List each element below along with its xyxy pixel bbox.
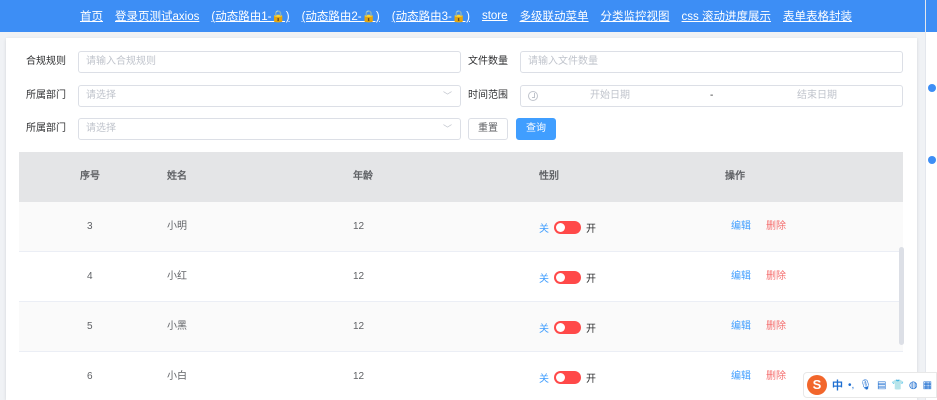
- ime-toolbar: S 中 •, 🎙 ▤ 👕 ◍ ▦: [803, 372, 937, 398]
- microphone-icon[interactable]: 🎙: [859, 380, 872, 391]
- punctuation-icon[interactable]: •,: [848, 380, 854, 391]
- dept2-placeholder: 请选择: [86, 123, 116, 134]
- rule-input[interactable]: 请输入合规规则: [78, 51, 461, 73]
- ime-language-toggle[interactable]: 中: [832, 377, 843, 393]
- clock-icon: [528, 91, 538, 101]
- nav-category-monitor[interactable]: 分类监控视图: [601, 8, 670, 24]
- dept-select[interactable]: 请选择 ﹀: [78, 85, 461, 107]
- start-date-placeholder: 开始日期: [590, 90, 630, 101]
- game-icon[interactable]: ◍: [909, 380, 918, 391]
- nav-login-axios[interactable]: 登录页测试axios: [115, 8, 199, 24]
- dept-placeholder: 请选择: [86, 90, 116, 101]
- query-button[interactable]: 查询: [516, 118, 556, 140]
- switch-off-label: 关: [539, 323, 549, 335]
- cell-age: 12: [353, 221, 365, 232]
- switch-on-label: 开: [586, 323, 596, 335]
- table-scrollbar[interactable]: [899, 247, 904, 345]
- cell-name: 小白: [167, 371, 187, 382]
- sogou-logo-icon[interactable]: S: [807, 375, 827, 395]
- count-label: 文件数量: [468, 56, 508, 67]
- gender-switch: 关 开: [539, 302, 596, 352]
- cell-index: 3: [87, 221, 93, 232]
- nav-home[interactable]: 首页: [80, 8, 103, 24]
- table-row: 5 小黑 12 关 开 编辑 删除: [19, 302, 903, 352]
- switch-on-label: 开: [586, 373, 596, 385]
- nav-dynamic-route-2[interactable]: (动态路由2-🔒): [302, 8, 380, 24]
- header-name: 姓名: [167, 171, 187, 182]
- switch-toggle[interactable]: [554, 320, 581, 334]
- edit-button[interactable]: 编辑: [731, 302, 751, 352]
- delete-button[interactable]: 删除: [766, 202, 786, 252]
- cell-age: 12: [353, 371, 365, 382]
- header-age: 年龄: [353, 171, 373, 182]
- cell-name: 小黑: [167, 321, 187, 332]
- delete-button[interactable]: 删除: [766, 352, 786, 400]
- gender-switch: 关 开: [539, 252, 596, 302]
- table-row: 6 小白 12 关 开 编辑 删除: [19, 352, 903, 400]
- dept2-label: 所属部门: [26, 123, 66, 134]
- delete-button[interactable]: 删除: [766, 252, 786, 302]
- side-dot-icon[interactable]: [928, 84, 936, 92]
- rule-placeholder: 请输入合规规则: [86, 56, 156, 67]
- side-panel-header: [926, 0, 937, 32]
- reset-button[interactable]: 重置: [468, 118, 508, 140]
- switch-off-label: 关: [539, 373, 549, 385]
- search-card: 合规规则 请输入合规规则 文件数量 请输入文件数量 所属部门 请选择 ﹀ 时间范…: [6, 38, 917, 400]
- switch-toggle[interactable]: [554, 220, 581, 234]
- edit-button[interactable]: 编辑: [731, 252, 751, 302]
- chevron-down-icon: ﹀: [442, 91, 452, 101]
- switch-toggle[interactable]: [554, 370, 581, 384]
- gender-switch: 关 开: [539, 352, 596, 400]
- header-gender: 性别: [539, 171, 559, 182]
- chevron-down-icon: ﹀: [442, 124, 452, 134]
- end-date-placeholder: 结束日期: [797, 90, 837, 101]
- cell-age: 12: [353, 271, 365, 282]
- time-label: 时间范围: [468, 90, 508, 101]
- date-range-picker[interactable]: 开始日期 - 结束日期: [520, 85, 903, 107]
- cell-name: 小明: [167, 221, 187, 232]
- delete-button[interactable]: 删除: [766, 302, 786, 352]
- gender-switch: 关 开: [539, 202, 596, 252]
- switch-toggle[interactable]: [554, 270, 581, 284]
- nav-store[interactable]: store: [482, 10, 508, 22]
- table-header: 序号 姓名 年龄 性别 操作: [19, 152, 903, 202]
- switch-off-label: 关: [539, 223, 549, 235]
- edit-button[interactable]: 编辑: [731, 202, 751, 252]
- side-dot-icon[interactable]: [928, 156, 936, 164]
- nav-dynamic-route-3[interactable]: (动态路由3-🔒): [392, 8, 470, 24]
- keyboard-icon[interactable]: ▤: [877, 380, 886, 391]
- switch-on-label: 开: [586, 223, 596, 235]
- grid-icon[interactable]: ▦: [923, 380, 932, 391]
- nav-css-scroll-progress[interactable]: css 滚动进度展示: [682, 8, 771, 24]
- nav-form-table[interactable]: 表单表格封装: [783, 8, 852, 24]
- nav-dynamic-route-1[interactable]: (动态路由1-🔒): [211, 8, 289, 24]
- header-index: 序号: [80, 171, 100, 182]
- dept2-select[interactable]: 请选择 ﹀: [78, 118, 461, 140]
- cell-name: 小红: [167, 271, 187, 282]
- cell-age: 12: [353, 321, 365, 332]
- count-input[interactable]: 请输入文件数量: [520, 51, 903, 73]
- data-table: 序号 姓名 年龄 性别 操作 3 小明 12 关 开 编辑 删除 4 小红 12…: [19, 152, 903, 400]
- count-placeholder: 请输入文件数量: [528, 56, 598, 67]
- edit-button[interactable]: 编辑: [731, 352, 751, 400]
- range-separator: -: [710, 90, 714, 101]
- rule-label: 合规规则: [26, 56, 66, 67]
- table-row: 4 小红 12 关 开 编辑 删除: [19, 252, 903, 302]
- table-row: 3 小明 12 关 开 编辑 删除: [19, 202, 903, 252]
- cell-index: 6: [87, 371, 93, 382]
- header-actions: 操作: [725, 171, 745, 182]
- switch-on-label: 开: [586, 273, 596, 285]
- nav-cascade-menu[interactable]: 多级联动菜单: [520, 8, 589, 24]
- side-panel-strip: [925, 0, 937, 400]
- dept-label: 所属部门: [26, 90, 66, 101]
- shirt-icon[interactable]: 👕: [891, 380, 903, 391]
- switch-off-label: 关: [539, 273, 549, 285]
- top-nav: 首页 登录页测试axios (动态路由1-🔒) (动态路由2-🔒) (动态路由3…: [0, 0, 925, 32]
- cell-index: 5: [87, 321, 93, 332]
- cell-index: 4: [87, 271, 93, 282]
